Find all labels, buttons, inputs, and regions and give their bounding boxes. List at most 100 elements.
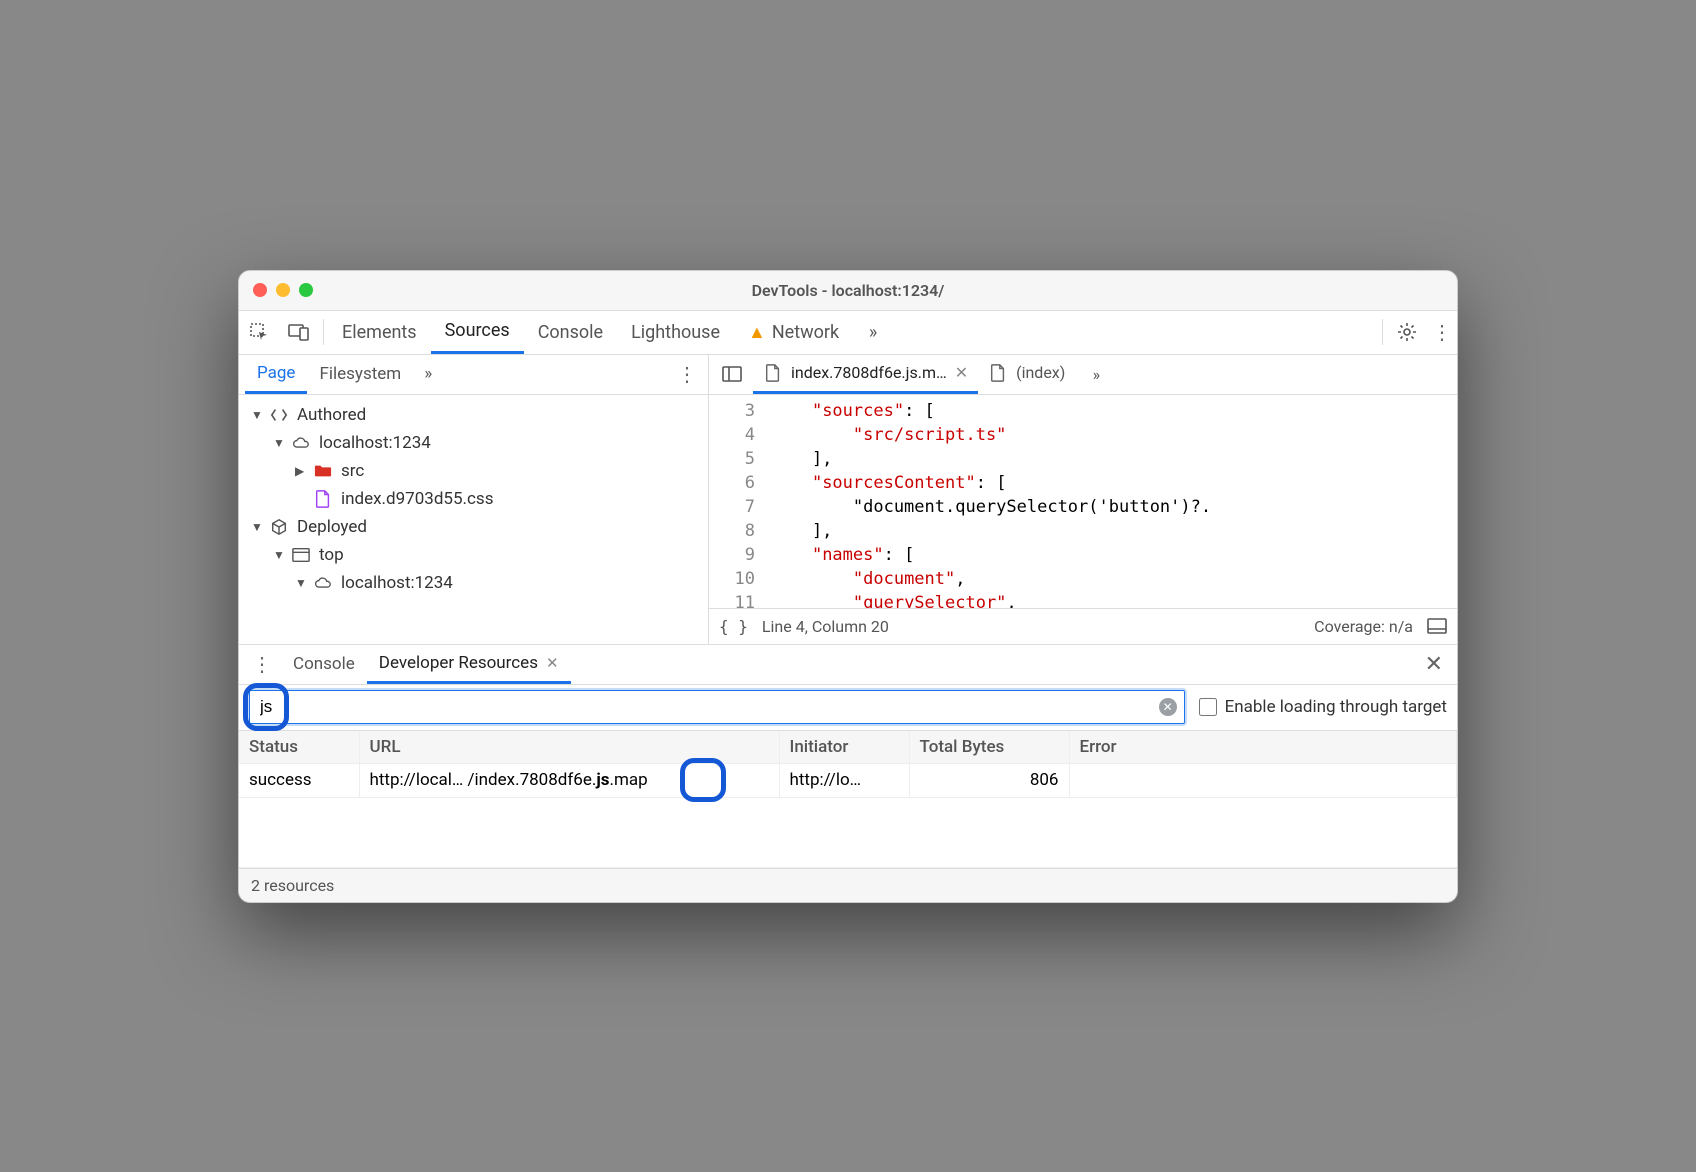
table-row[interactable]: successhttp://local… /index.7808df6e.js.… bbox=[239, 763, 1457, 797]
editor-tab-label: (index) bbox=[1016, 363, 1065, 382]
device-toolbar-icon[interactable] bbox=[279, 310, 319, 354]
warning-triangle-icon: ▲ bbox=[748, 322, 766, 343]
sources-navigator: PageFilesystem » ⋮ Authoredlocalhost:123… bbox=[239, 355, 709, 644]
tree-item[interactable]: index.d9703d55.css bbox=[239, 485, 708, 513]
cell-total-bytes: 806 bbox=[909, 763, 1069, 797]
editor-tab-label: index.7808df6e.js.m… bbox=[791, 363, 947, 382]
editor-tab[interactable]: (index) bbox=[978, 354, 1075, 394]
tree-item-label: src bbox=[341, 461, 364, 481]
window-title: DevTools - localhost:1234/ bbox=[239, 281, 1457, 300]
main-tab-network[interactable]: ▲ Network bbox=[734, 310, 853, 354]
main-menu-kebab-icon[interactable]: ⋮ bbox=[1427, 310, 1457, 354]
navigator-more-tabs-icon[interactable]: » bbox=[413, 352, 443, 396]
tree-item-label: top bbox=[319, 545, 344, 565]
drawer-menu-kebab-icon[interactable]: ⋮ bbox=[247, 652, 277, 676]
close-drawer-button[interactable]: ✕ bbox=[1419, 652, 1449, 677]
tree-item[interactable]: localhost:1234 bbox=[239, 569, 708, 597]
developer-resources-table[interactable]: StatusURLInitiatorTotal BytesError succe… bbox=[239, 731, 1457, 868]
titlebar: DevTools - localhost:1234/ bbox=[239, 271, 1457, 311]
column-header-status[interactable]: Status bbox=[239, 731, 359, 764]
file-purple-icon bbox=[313, 490, 333, 508]
close-tab-icon[interactable]: ✕ bbox=[955, 363, 968, 382]
tree-item-label: localhost:1234 bbox=[341, 573, 453, 593]
tab-label: Network bbox=[772, 322, 839, 343]
tree-item[interactable]: localhost:1234 bbox=[239, 429, 708, 457]
window-close-button[interactable] bbox=[253, 283, 267, 297]
window-minimize-button[interactable] bbox=[276, 283, 290, 297]
cursor-position: Line 4, Column 20 bbox=[762, 617, 889, 636]
cloud-icon bbox=[313, 574, 333, 592]
column-header-initiator[interactable]: Initiator bbox=[779, 731, 909, 764]
enable-loading-checkbox[interactable] bbox=[1199, 698, 1217, 716]
cell-url: http://local… /index.7808df6e.js.map bbox=[359, 763, 779, 797]
code-editor[interactable]: 34567891011 "sources": [ "src/script.ts"… bbox=[709, 395, 1457, 608]
toolbar-divider bbox=[1382, 319, 1383, 345]
column-header-url[interactable]: URL bbox=[359, 731, 779, 764]
cube-icon bbox=[269, 518, 289, 536]
drawer-tab-console[interactable]: Console bbox=[281, 644, 367, 684]
window-maximize-button[interactable] bbox=[299, 283, 313, 297]
window-icon bbox=[291, 546, 311, 564]
editor-statusbar: { } Line 4, Column 20 Coverage: n/a bbox=[709, 608, 1457, 644]
main-toolbar: Elements Sources Console Lighthouse ▲ Network… bbox=[239, 311, 1457, 355]
inspect-element-icon[interactable] bbox=[239, 310, 279, 354]
developer-resources-toolbar: ✕ Enable loading through target bbox=[239, 685, 1457, 731]
tree-item[interactable]: top bbox=[239, 541, 708, 569]
cloud-icon bbox=[291, 434, 311, 452]
close-drawer-tab-icon[interactable]: ✕ bbox=[546, 654, 559, 672]
file-icon bbox=[988, 364, 1008, 382]
cell-status: success bbox=[239, 763, 359, 797]
disclosure-triangle-icon[interactable] bbox=[251, 408, 261, 422]
drawer-tab-label: Developer Resources bbox=[379, 653, 538, 673]
tab-label: Console bbox=[538, 322, 603, 343]
disclosure-triangle-icon[interactable] bbox=[273, 436, 283, 450]
editor-settings-icon[interactable] bbox=[1427, 618, 1447, 634]
main-tab-elements[interactable]: Elements bbox=[328, 310, 431, 354]
main-tab-lighthouse[interactable]: Lighthouse bbox=[617, 310, 734, 354]
coverage-status: Coverage: n/a bbox=[1314, 617, 1413, 636]
tree-item-label: index.d9703d55.css bbox=[341, 489, 493, 509]
main-tab-sources[interactable]: Sources bbox=[431, 310, 524, 354]
disclosure-triangle-icon[interactable] bbox=[251, 520, 261, 534]
disclosure-triangle-icon[interactable] bbox=[273, 548, 283, 562]
navigator-menu-kebab-icon[interactable]: ⋮ bbox=[672, 362, 702, 386]
drawer-tabstrip: ⋮ Console Developer Resources ✕ ✕ bbox=[239, 645, 1457, 685]
clear-filter-icon[interactable]: ✕ bbox=[1159, 698, 1177, 716]
tree-item[interactable]: src bbox=[239, 457, 708, 485]
folder-red-icon bbox=[313, 462, 333, 480]
disclosure-triangle-icon[interactable] bbox=[295, 576, 305, 590]
file-tree[interactable]: Authoredlocalhost:1234srcindex.d9703d55.… bbox=[239, 395, 708, 644]
enable-loading-checkbox-label[interactable]: Enable loading through target bbox=[1199, 697, 1447, 717]
column-header-total-bytes[interactable]: Total Bytes bbox=[909, 731, 1069, 764]
drawer-tab-developer-resources[interactable]: Developer Resources ✕ bbox=[367, 644, 571, 684]
tree-item[interactable]: Authored bbox=[239, 401, 708, 429]
navigator-tabs: PageFilesystem » ⋮ bbox=[239, 355, 708, 395]
column-header-error[interactable]: Error bbox=[1069, 731, 1457, 764]
tree-item-label: Deployed bbox=[297, 517, 367, 537]
pretty-print-icon[interactable]: { } bbox=[719, 617, 748, 636]
editor-more-tabs-icon[interactable]: » bbox=[1079, 354, 1113, 394]
url-filter-input[interactable] bbox=[249, 690, 1185, 724]
filter-input-wrap: ✕ bbox=[249, 690, 1185, 724]
navigator-tab-filesystem[interactable]: Filesystem bbox=[307, 354, 413, 394]
line-number-gutter: 34567891011 bbox=[709, 395, 765, 608]
highlight-ring-match bbox=[680, 758, 726, 802]
drawer-statusbar: 2 resources bbox=[239, 868, 1457, 902]
navigator-tab-page[interactable]: Page bbox=[245, 354, 307, 394]
resource-count: 2 resources bbox=[251, 876, 334, 895]
toolbar-divider bbox=[323, 319, 324, 345]
cell-initiator: http://lo… bbox=[779, 763, 909, 797]
disclosure-triangle-icon[interactable] bbox=[295, 464, 305, 478]
drawer-tab-label: Console bbox=[293, 654, 355, 674]
settings-gear-icon[interactable] bbox=[1387, 310, 1427, 354]
window-traffic-lights bbox=[239, 283, 313, 297]
main-tab-console[interactable]: Console bbox=[524, 310, 617, 354]
toggle-navigator-icon[interactable] bbox=[715, 354, 749, 394]
more-tabs-icon[interactable]: » bbox=[853, 310, 893, 354]
code-content[interactable]: "sources": [ "src/script.ts" ], "sources… bbox=[765, 395, 1457, 608]
cell-error bbox=[1069, 763, 1457, 797]
tree-item[interactable]: Deployed bbox=[239, 513, 708, 541]
devtools-window: DevTools - localhost:1234/ Elements Sourc… bbox=[238, 270, 1458, 903]
editor-tab[interactable]: index.7808df6e.js.m… ✕ bbox=[753, 354, 978, 394]
tab-label: Elements bbox=[342, 322, 417, 343]
